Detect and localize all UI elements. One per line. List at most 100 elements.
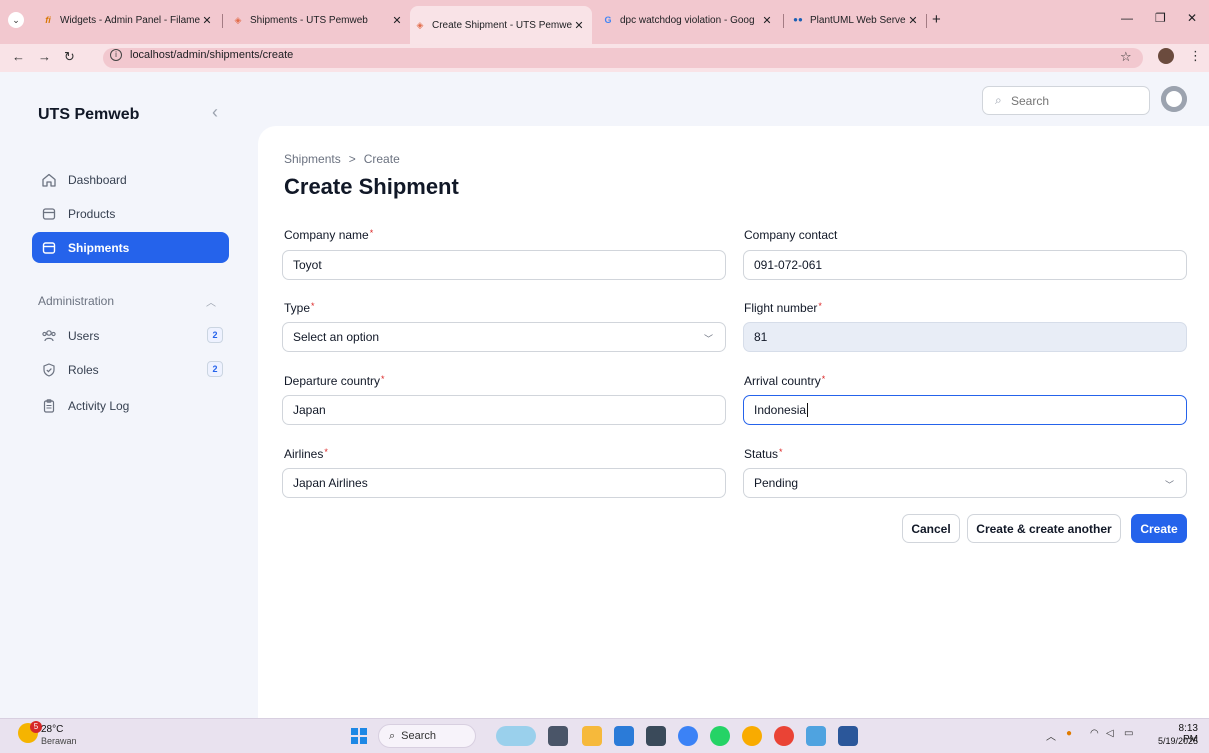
input-value: 091-072-061 <box>754 258 823 272</box>
chevron-up-icon[interactable]: ︿ <box>206 294 216 309</box>
photos-icon[interactable] <box>806 726 826 746</box>
status-select[interactable]: Pending ﹀ <box>743 468 1187 498</box>
sidebar-item-shipments[interactable]: Shipments <box>32 232 229 263</box>
close-window-icon[interactable]: ✕ <box>1187 11 1197 25</box>
google-favicon-icon: G <box>604 15 612 25</box>
terminal-app-icon[interactable] <box>548 726 568 746</box>
shield-icon <box>40 361 58 379</box>
label-text: Arrival country <box>744 374 821 388</box>
breadcrumb-shipments[interactable]: Shipments <box>284 152 341 166</box>
browser-tab-widgets[interactable]: fi Widgets - Admin Panel - Filame ✕ <box>38 10 220 30</box>
departure-country-label: Departure country* <box>284 374 385 388</box>
back-icon[interactable]: ← <box>12 49 25 64</box>
tab-search-icon[interactable]: ⌄ <box>8 12 24 28</box>
box-icon <box>40 205 58 223</box>
browser-profile-avatar[interactable] <box>1158 48 1174 64</box>
chrome-icon[interactable] <box>774 726 794 746</box>
browser-tab-plantuml[interactable]: ●● PlantUML Web Server ✕ <box>788 10 926 30</box>
count-badge: 2 <box>207 361 223 377</box>
close-tab-icon[interactable]: ✕ <box>200 14 214 27</box>
cancel-button[interactable]: Cancel <box>902 514 960 543</box>
required-mark: * <box>324 447 328 457</box>
clock-date[interactable]: 5/19/2025 <box>1153 736 1198 746</box>
reload-icon[interactable]: ↻ <box>64 49 75 65</box>
site-info-icon[interactable]: i <box>110 49 122 61</box>
url-text[interactable]: localhost/admin/shipments/create <box>130 49 293 61</box>
tab-title: dpc watchdog violation - Goog <box>620 14 755 26</box>
departure-country-input[interactable]: Japan <box>282 395 726 425</box>
input-value: Japan <box>293 403 326 417</box>
forward-icon[interactable]: → <box>38 49 51 64</box>
sidebar-item-activity-log[interactable]: Activity Log <box>32 390 229 421</box>
user-avatar[interactable] <box>1161 86 1187 112</box>
browser-menu-icon[interactable]: ⋮ <box>1189 48 1202 64</box>
close-tab-icon[interactable]: ✕ <box>390 14 404 27</box>
create-button[interactable]: Create <box>1131 514 1187 543</box>
input-value: Toyot <box>293 258 322 272</box>
chevron-up-icon[interactable]: ︿ <box>1046 728 1056 743</box>
restore-icon[interactable]: ❐ <box>1155 11 1166 25</box>
company-name-label: Company name* <box>284 228 373 242</box>
label-text: Airlines <box>284 447 324 461</box>
docker-icon[interactable] <box>678 726 698 746</box>
temperature[interactable]: 28°C <box>41 724 63 735</box>
company-contact-input[interactable]: 091-072-061 <box>743 250 1187 280</box>
word-icon[interactable] <box>838 726 858 746</box>
count-badge: 2 <box>207 327 223 343</box>
whatsapp-icon[interactable] <box>710 726 730 746</box>
collapse-sidebar-icon[interactable]: ‹ <box>212 102 218 123</box>
weather-description[interactable]: Berawan <box>41 736 77 746</box>
bookmark-star-icon[interactable]: ☆ <box>1120 49 1132 65</box>
minimize-icon[interactable]: — <box>1121 11 1133 25</box>
tab-divider <box>783 14 784 28</box>
vscode-icon[interactable] <box>614 726 634 746</box>
sidebar-item-label: Dashboard <box>68 172 127 187</box>
new-tab-button[interactable]: + <box>932 11 941 28</box>
tab-divider <box>926 14 927 28</box>
wifi-icon[interactable]: ◠ <box>1090 728 1099 739</box>
terminal-icon[interactable] <box>646 726 666 746</box>
browser-tab-create-shipment[interactable]: ◈ Create Shipment - UTS Pemwel ✕ <box>410 6 592 44</box>
nav-group-administration[interactable]: Administration <box>38 294 114 308</box>
label-text: Departure country <box>284 374 381 388</box>
input-value: Japan Airlines <box>293 476 368 490</box>
search-icon: ⌕ <box>389 729 396 742</box>
global-search[interactable]: ⌕ <box>982 86 1150 115</box>
arrival-country-input[interactable]: Indonesia <box>743 395 1187 425</box>
tab-title: Create Shipment - UTS Pemwel <box>432 19 572 31</box>
sidebar-item-label: Roles <box>68 362 99 377</box>
windows-start-icon[interactable] <box>351 728 367 744</box>
sidebar-item-roles[interactable]: Roles 2 <box>32 354 229 385</box>
tray-app-icon[interactable]: ● <box>1066 728 1072 739</box>
taskbar-search[interactable]: ⌕ Search <box>378 724 476 748</box>
admin-app: UTS Pemweb ‹ Dashboard Products Shipment… <box>0 72 1209 718</box>
required-mark: * <box>369 228 374 238</box>
type-select[interactable]: Select an option ﹀ <box>282 322 726 352</box>
airlines-input[interactable]: Japan Airlines <box>282 468 726 498</box>
widgets-app-icon[interactable] <box>496 726 536 746</box>
close-tab-icon[interactable]: ✕ <box>572 19 586 32</box>
browser-tab-shipments[interactable]: ◈ Shipments - UTS Pemweb ✕ <box>228 10 410 30</box>
volume-icon[interactable]: ◁ <box>1106 728 1114 739</box>
os-taskbar: 5 28°C Berawan ⌕ Search ︿ ● ◠ ◁ ▭ 8:13 P… <box>0 718 1209 753</box>
search-input[interactable] <box>1011 92 1141 110</box>
filament-favicon-icon: fi <box>45 15 51 25</box>
close-tab-icon[interactable]: ✕ <box>760 14 774 27</box>
create-another-button[interactable]: Create & create another <box>967 514 1121 543</box>
users-icon <box>40 327 58 345</box>
file-explorer-icon[interactable] <box>582 726 602 746</box>
company-name-input[interactable]: Toyot <box>282 250 726 280</box>
sidebar-item-dashboard[interactable]: Dashboard <box>32 164 229 195</box>
input-value: 81 <box>754 330 768 344</box>
flight-number-input: 81 <box>743 322 1187 352</box>
tab-divider <box>222 14 223 28</box>
sidebar-item-label: Users <box>68 328 100 343</box>
label-text: Company name <box>284 228 369 242</box>
sidebar-item-users[interactable]: Users 2 <box>32 320 229 351</box>
browser-tab-google[interactable]: G dpc watchdog violation - Goog ✕ <box>598 10 780 30</box>
chrome-canary-icon[interactable] <box>742 726 762 746</box>
battery-icon[interactable]: ▭ <box>1124 728 1133 739</box>
required-mark: * <box>381 374 385 384</box>
close-tab-icon[interactable]: ✕ <box>906 14 920 27</box>
sidebar-item-products[interactable]: Products <box>32 198 229 229</box>
